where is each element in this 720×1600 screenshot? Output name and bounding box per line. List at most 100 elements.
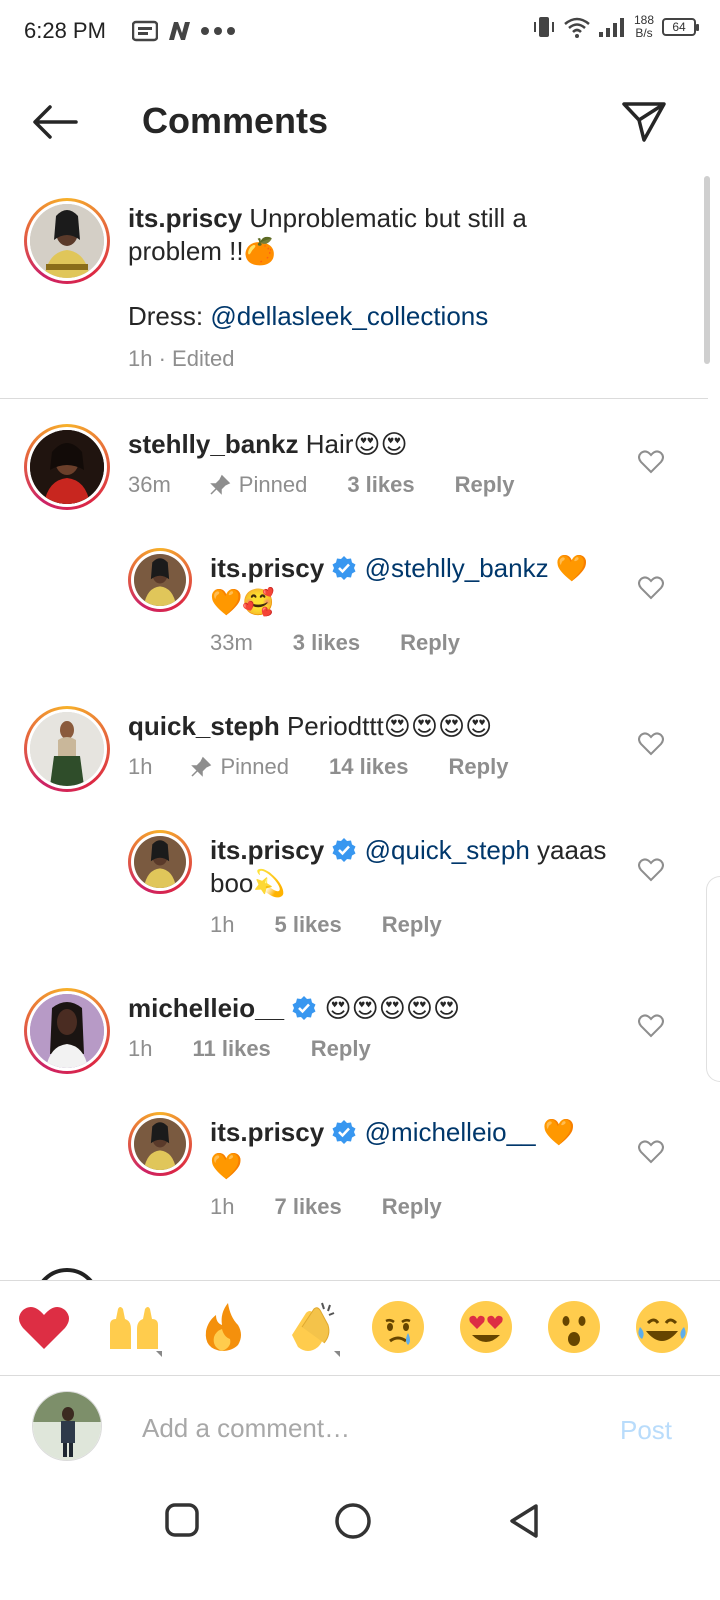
- reply-button[interactable]: Reply: [449, 754, 509, 780]
- emoji-fire-button[interactable]: [194, 1299, 254, 1359]
- reply-meta: 1h 5 likes Reply: [210, 912, 442, 938]
- page-title: Comments: [142, 100, 329, 141]
- heart-eyes-emoji: 😍😍😍😍😍: [324, 994, 461, 1024]
- status-bar: 6:28 PM 188 B/s 64: [0, 0, 720, 64]
- avatar[interactable]: [24, 988, 110, 1074]
- clapping-hands-icon: [292, 1302, 340, 1357]
- surprised-face-icon: [548, 1301, 600, 1353]
- caption-username[interactable]: its.priscy: [128, 203, 242, 233]
- likes-count[interactable]: 3 likes: [293, 630, 360, 656]
- like-heart-icon[interactable]: [638, 732, 664, 756]
- emoji-text: 🧡🥰: [210, 588, 275, 618]
- like-heart-icon[interactable]: [638, 450, 664, 474]
- comment-meta: 1h Pinned 14 likes Reply: [128, 754, 509, 780]
- back-arrow-icon: [33, 105, 78, 139]
- home-button[interactable]: [334, 1502, 372, 1540]
- avatar[interactable]: [24, 706, 110, 792]
- tangerine-emoji: 🍊: [243, 237, 276, 267]
- avatar[interactable]: [24, 198, 110, 284]
- comment-meta: 1h 11 likes Reply: [128, 1036, 371, 1062]
- divider: [0, 398, 708, 399]
- heart-eyes-icon: [460, 1301, 512, 1353]
- my-avatar: [32, 1391, 102, 1461]
- mention-link[interactable]: @quick_steph: [365, 835, 530, 865]
- scrollbar[interactable]: [704, 176, 710, 364]
- reply-button[interactable]: Reply: [311, 1036, 371, 1062]
- verified-badge-icon: [332, 556, 356, 580]
- send-icon: [622, 102, 666, 142]
- post-button[interactable]: Post: [620, 1415, 672, 1446]
- pin-icon: [209, 474, 231, 495]
- crying-face-icon: [372, 1301, 424, 1353]
- heart-eyes-emoji: 😍😍: [353, 430, 408, 460]
- emoji-surprised-button[interactable]: [546, 1299, 606, 1359]
- mention-link[interactable]: @michelleio__: [365, 1117, 536, 1147]
- reply-button[interactable]: Reply: [400, 630, 460, 656]
- caption-dress-line: Dress: @dellasleek_collections: [128, 301, 489, 331]
- emoji-heart-button[interactable]: [16, 1299, 76, 1359]
- caption-meta: 1h · Edited: [128, 346, 235, 371]
- heart-eyes-emoji: 😍😍😍😍: [383, 712, 493, 742]
- avatar[interactable]: [128, 1112, 192, 1176]
- emoji-crying-button[interactable]: [370, 1299, 430, 1359]
- side-panel-handle[interactable]: [706, 876, 720, 1082]
- likes-count[interactable]: 5 likes: [274, 912, 341, 938]
- likes-count[interactable]: 3 likes: [347, 472, 414, 498]
- add-comment-bar: Add a comment… Post: [0, 1377, 720, 1477]
- orange-heart-emoji: 🧡: [210, 1152, 243, 1182]
- vibrate-icon: [533, 17, 554, 37]
- comment-username[interactable]: quick_steph: [128, 711, 280, 741]
- emoji-raising-hands-button[interactable]: [104, 1299, 164, 1359]
- recents-button[interactable]: [164, 1502, 200, 1538]
- avatar[interactable]: [128, 548, 192, 612]
- system-nav-bar: [0, 1480, 720, 1600]
- header: Comments: [0, 80, 720, 164]
- comment-username[interactable]: stehlly_bankz: [128, 429, 299, 459]
- avatar[interactable]: [24, 424, 110, 510]
- caption-text: its.priscy Unproblematic but still a pro…: [128, 203, 527, 267]
- reply-button[interactable]: Reply: [382, 1194, 442, 1220]
- comment-meta: 36m Pinned 3 likes Reply: [128, 472, 515, 498]
- like-heart-icon[interactable]: [638, 1140, 664, 1164]
- comment-input[interactable]: Add a comment…: [142, 1413, 350, 1444]
- likes-count[interactable]: 11 likes: [192, 1036, 270, 1062]
- reply-username[interactable]: its.priscy: [210, 1117, 324, 1147]
- tears-of-joy-icon: [636, 1301, 688, 1353]
- back-nav-button[interactable]: [506, 1502, 542, 1540]
- quick-emoji-bar: [0, 1280, 720, 1376]
- pin-icon: [191, 756, 212, 777]
- back-button[interactable]: [30, 102, 80, 142]
- dizzy-emoji: 💫: [253, 869, 286, 899]
- battery-indicator: 64: [662, 18, 699, 36]
- net-speed: 188 B/s: [633, 13, 654, 40]
- verified-badge-icon: [292, 996, 316, 1020]
- comment-item-partial: [0, 1268, 720, 1280]
- status-time: 6:28 PM: [24, 18, 106, 43]
- comment-username[interactable]: michelleio__: [128, 993, 284, 1023]
- like-heart-icon[interactable]: [638, 858, 664, 882]
- wifi-icon: [564, 17, 590, 38]
- avatar[interactable]: [128, 830, 192, 894]
- like-heart-icon[interactable]: [638, 576, 664, 600]
- dress-mention-link[interactable]: @dellasleek_collections: [210, 301, 488, 331]
- signal-icon: [598, 18, 624, 37]
- share-button[interactable]: [620, 98, 668, 146]
- red-heart-icon: [19, 1306, 69, 1349]
- emoji-heart-eyes-button[interactable]: [458, 1299, 518, 1359]
- mention-link[interactable]: @stehlly_bankz: [365, 553, 549, 583]
- emoji-laughing-button[interactable]: [634, 1299, 694, 1359]
- likes-count[interactable]: 7 likes: [274, 1194, 341, 1220]
- like-heart-icon[interactable]: [638, 1014, 664, 1038]
- reply-button[interactable]: Reply: [455, 472, 515, 498]
- message-notification-icon: [132, 20, 158, 42]
- verified-badge-icon: [332, 838, 356, 862]
- verified-badge-icon: [332, 1120, 356, 1144]
- reply-button[interactable]: Reply: [382, 912, 442, 938]
- reply-meta: 33m 3 likes Reply: [210, 630, 460, 656]
- emoji-clapping-button[interactable]: [282, 1299, 342, 1359]
- reply-username[interactable]: its.priscy: [210, 835, 324, 865]
- fire-icon: [205, 1303, 241, 1351]
- likes-count[interactable]: 14 likes: [329, 754, 409, 780]
- more-notifications-icon: [201, 27, 235, 35]
- reply-username[interactable]: its.priscy: [210, 553, 324, 583]
